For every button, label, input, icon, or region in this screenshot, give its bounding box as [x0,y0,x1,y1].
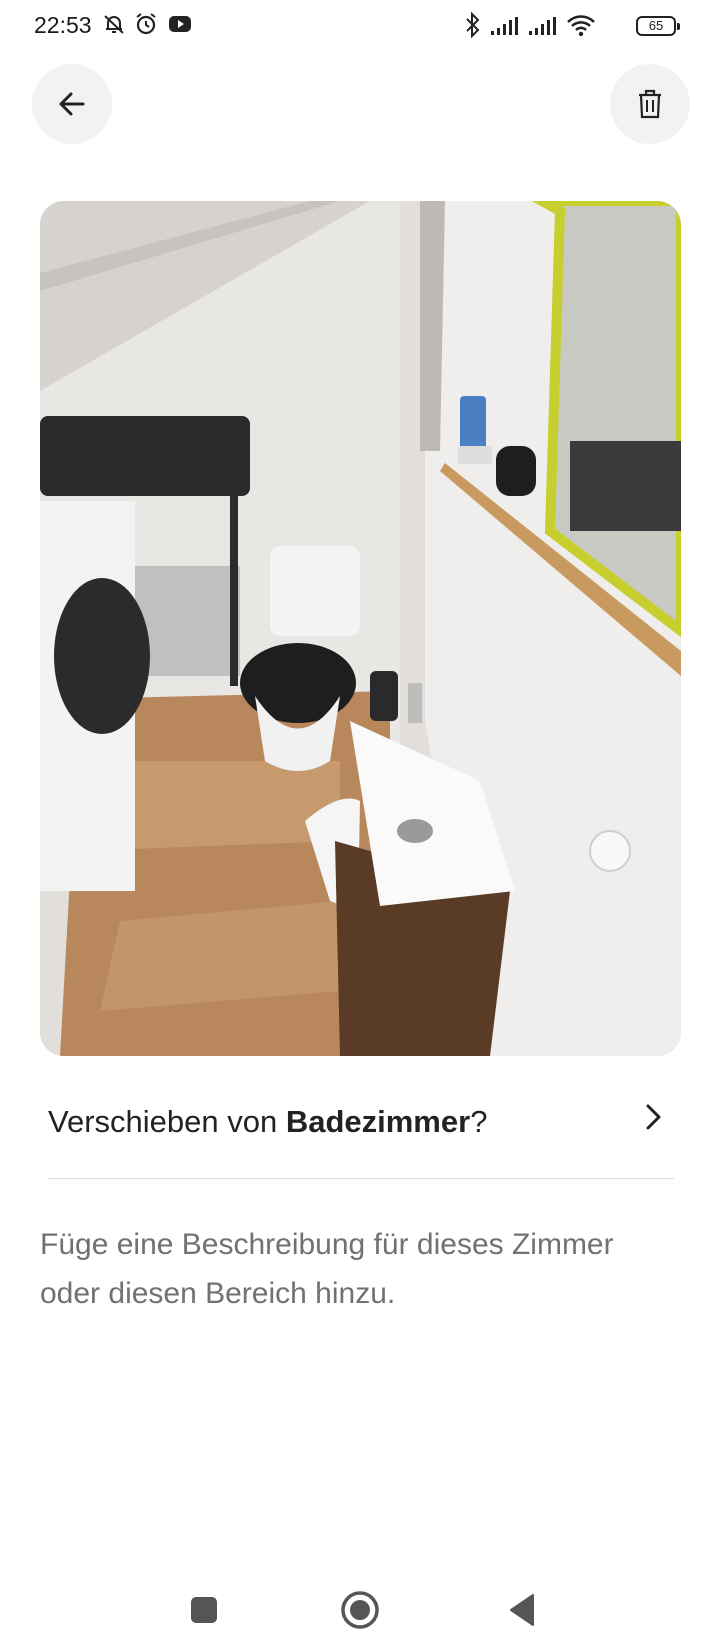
youtube-icon [169,16,191,32]
bluetooth-icon [466,12,480,38]
recents-icon [191,1597,217,1623]
nav-back-button[interactable] [498,1586,546,1634]
room-name: Badezimmer [285,1104,471,1139]
move-room-row[interactable]: Verschieben von Badezimmer? [48,1090,674,1166]
home-button[interactable] [336,1586,384,1634]
back-button[interactable] [32,64,112,144]
delete-photo-button[interactable] [610,64,690,144]
wifi-icon [567,15,595,37]
bathroom-photo[interactable] [40,201,681,1056]
arrow-left-icon [59,92,85,116]
status-time: 22:53 [34,12,92,38]
divider [48,1178,674,1179]
home-icon [341,1591,379,1629]
status-bar: 22:53 65 [0,0,720,56]
recents-button[interactable] [180,1586,228,1634]
alarm-icon [136,13,156,35]
system-nav-bar [0,1570,720,1650]
signal-icon [491,17,518,35]
bell-off-icon [104,15,124,34]
description-placeholder[interactable]: Füge eine Beschreibung für dieses Zimmer… [40,1220,680,1318]
move-room-label: Verschieben von Badezimmer? [48,1104,488,1139]
chevron-right-icon [646,1104,661,1130]
battery-indicator: 65 [636,16,680,36]
back-icon [510,1594,534,1626]
signal-icon [529,17,556,35]
trash-icon [639,89,661,119]
